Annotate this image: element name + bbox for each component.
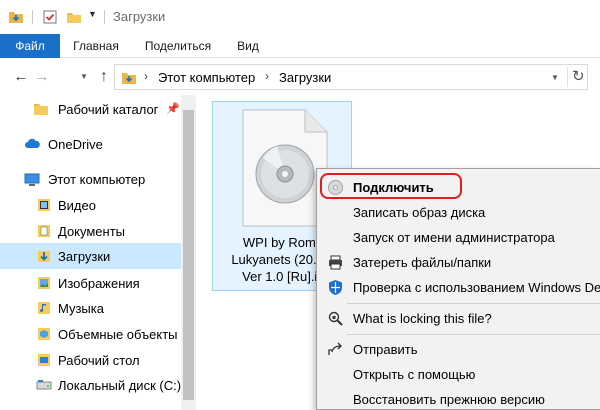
pictures-folder-icon — [38, 277, 50, 289]
windows-defender-icon — [329, 280, 342, 295]
window-title: Загрузки — [113, 9, 166, 24]
sidebar-item-label: Документы — [58, 224, 126, 239]
folder-down-icon[interactable] — [8, 9, 24, 25]
menu-item-label: Запуск от имени администратора — [353, 230, 555, 245]
title-divider — [104, 10, 105, 24]
context-menu: Подключить Записать образ диска Запуск о… — [316, 168, 600, 410]
menu-item-label: Отправить — [353, 342, 418, 357]
new-folder-icon[interactable] — [66, 9, 82, 25]
tab-home[interactable]: Главная — [66, 34, 126, 58]
sidebar-item-label: Объемные объекты — [58, 327, 178, 342]
sidebar-item-3d-objects[interactable]: Объемные объекты — [0, 322, 181, 346]
pin-icon[interactable]: 📌 — [166, 102, 180, 115]
sidebar-item-desktop[interactable]: Рабочий стол — [0, 348, 181, 372]
sidebar-item-local-disk[interactable]: Локальный диск (C:) — [0, 373, 181, 397]
address-history-chevron-icon[interactable]: ▼ — [551, 73, 559, 82]
forward-arrow-icon[interactable]: → — [33, 68, 51, 85]
navigation-row: ← → ▼ ↑ › Этот компьютер › Загрузки ▼ ↻ — [0, 59, 600, 95]
local-disk-icon — [36, 380, 52, 390]
music-folder-icon — [38, 302, 50, 314]
downloads-folder-icon — [122, 73, 136, 84]
onedrive-cloud-icon — [25, 138, 40, 148]
menu-item-send-to[interactable]: Отправить — [317, 337, 600, 362]
sidebar-item-label: Этот компьютер — [48, 172, 146, 187]
sidebar-item-label: Рабочий каталог — [58, 102, 159, 117]
address-bar[interactable]: › Этот компьютер › Загрузки ▼ ↻ — [114, 64, 588, 90]
sidebar-item-label: Локальный диск (C:) — [58, 378, 182, 393]
menu-item-open-with[interactable]: Открыть с помощью — [317, 362, 600, 387]
video-folder-icon — [38, 199, 50, 211]
sidebar-item-music[interactable]: Музыка — [0, 296, 181, 320]
menu-item-what-is-locking[interactable]: What is locking this file? — [317, 306, 600, 331]
sidebar-item-documents[interactable]: Документы — [0, 219, 181, 243]
tab-share[interactable]: Поделиться — [138, 34, 218, 58]
tab-view[interactable]: Вид — [228, 34, 268, 58]
recent-locations-chevron-icon[interactable]: ▼ — [78, 72, 90, 81]
sidebar-item-label: Загрузки — [58, 249, 111, 264]
menu-item-label: Записать образ диска — [353, 205, 486, 220]
tab-file[interactable]: Файл — [0, 34, 60, 58]
menu-item-label: Восстановить прежнюю версию — [353, 392, 545, 407]
menu-item-run-as-admin[interactable]: Запуск от имени администратора — [317, 225, 600, 250]
documents-folder-icon — [38, 225, 50, 237]
menu-item-defender-scan[interactable]: Проверка с использованием Windows De — [317, 275, 600, 300]
title-bar: ▼ Загрузки — [0, 0, 600, 34]
menu-item-burn-image[interactable]: Записать образ диска — [317, 200, 600, 225]
sidebar-item-label: Музыка — [58, 301, 104, 316]
sidebar-item-label: Изображения — [58, 276, 140, 291]
menu-item-label: Проверка с использованием Windows De — [353, 280, 600, 295]
navigation-pane: Рабочий каталог 📌 OneDrive Этот компьюте… — [0, 95, 196, 410]
menu-separator — [347, 334, 600, 335]
3d-objects-folder-icon — [38, 328, 50, 340]
sidebar-item-downloads[interactable]: Загрузки — [0, 243, 181, 269]
highlight-annotation — [320, 173, 462, 199]
downloads-folder-icon — [38, 251, 50, 262]
computer-icon — [24, 173, 40, 186]
sidebar-item-video[interactable]: Видео — [0, 193, 181, 217]
breadcrumb-separator-icon[interactable]: › — [144, 69, 148, 83]
menu-separator — [347, 303, 600, 304]
menu-item-restore-version[interactable]: Восстановить прежнюю версию — [317, 387, 600, 410]
menu-item-wipe[interactable]: Затереть файлы/папки — [317, 250, 600, 275]
lock-search-icon — [328, 311, 343, 326]
sidebar-scrollbar-thumb[interactable] — [183, 110, 194, 400]
sidebar-item-label: OneDrive — [48, 137, 103, 152]
sidebar-item-onedrive[interactable]: OneDrive — [0, 132, 181, 156]
menu-item-label: Открыть с помощью — [353, 367, 476, 382]
share-icon — [328, 342, 342, 355]
up-arrow-icon[interactable]: ↑ — [95, 68, 113, 86]
ribbon-tabs: Файл Главная Поделиться Вид — [0, 34, 600, 58]
customize-toolbar-chevron-icon[interactable]: ▼ — [88, 9, 97, 19]
printer-icon — [329, 255, 342, 270]
menu-item-label: What is locking this file? — [353, 311, 492, 326]
quick-access-divider — [32, 10, 33, 24]
sidebar-item-label: Рабочий стол — [58, 353, 140, 368]
breadcrumb-separator-icon[interactable]: › — [265, 69, 269, 83]
desktop-folder-icon — [38, 354, 50, 366]
sidebar-item-this-pc[interactable]: Этот компьютер — [0, 167, 181, 191]
breadcrumb-this-pc[interactable]: Этот компьютер — [158, 70, 255, 85]
folder-yellow-icon — [34, 104, 48, 115]
breadcrumb-current[interactable]: Загрузки — [279, 70, 331, 85]
menu-item-label: Затереть файлы/папки — [353, 255, 492, 270]
sidebar-item-pictures[interactable]: Изображения — [0, 271, 181, 295]
refresh-icon[interactable]: ↻ — [567, 67, 585, 87]
properties-icon[interactable] — [42, 9, 58, 25]
sidebar-item-workdir[interactable]: Рабочий каталог 📌 — [0, 97, 181, 121]
sidebar-item-label: Видео — [58, 198, 96, 213]
back-arrow-icon[interactable]: ← — [12, 68, 30, 85]
